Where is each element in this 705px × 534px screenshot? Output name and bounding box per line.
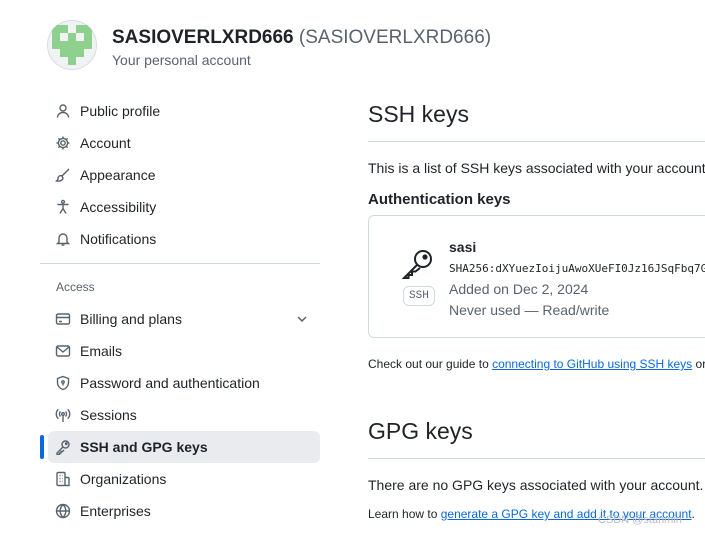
mail-icon <box>55 343 71 359</box>
credit-card-icon <box>55 311 71 327</box>
sidebar-item-billing[interactable]: Billing and plans <box>48 303 320 335</box>
gpg-learn-suffix: . <box>691 507 695 521</box>
ssh-badge: SSH <box>403 286 435 306</box>
organization-icon <box>55 471 71 487</box>
active-indicator <box>40 435 44 459</box>
key-added-date: Added on Dec 2, 2024 <box>449 281 589 297</box>
sidebar-item-appearance[interactable]: Appearance <box>48 159 320 191</box>
sidebar-item-label: Accessibility <box>80 199 157 215</box>
sidebar-item-password-auth[interactable]: Password and authentication <box>48 367 320 399</box>
key-fingerprint: SHA256:dXYuezIoijuAwoXUeFI0Jz16JSqFbq7G <box>449 262 705 275</box>
gpg-title-rule <box>368 458 705 459</box>
sidebar-item-public-profile[interactable]: Public profile <box>48 95 320 127</box>
ssh-description: This is a list of SSH keys associated wi… <box>368 160 705 176</box>
sidebar-item-notifications[interactable]: Notifications <box>48 223 320 255</box>
ssh-guide-suffix: or <box>692 357 705 371</box>
sidebar-item-label: Sessions <box>80 407 137 423</box>
sidebar-item-emails[interactable]: Emails <box>48 335 320 367</box>
sidebar-item-label: Public profile <box>80 103 161 119</box>
ssh-guide-link[interactable]: connecting to GitHub using SSH keys <box>492 357 692 371</box>
globe-icon <box>55 503 71 519</box>
account-subtitle: Your personal account <box>112 52 251 68</box>
sidebar-item-label: Enterprises <box>80 503 151 519</box>
gpg-keys-title: GPG keys <box>368 418 473 444</box>
key-usage: Never used — Read/write <box>449 302 610 318</box>
gpg-empty-text: There are no GPG keys associated with yo… <box>368 477 704 493</box>
ssh-key-card: SSH sasi SHA256:dXYuezIoijuAwoXUeFI0Jz16… <box>368 215 705 338</box>
sidebar-item-sessions[interactable]: Sessions <box>48 399 320 431</box>
person-icon <box>55 103 71 119</box>
bell-icon <box>55 231 71 247</box>
paintbrush-icon <box>55 167 71 183</box>
ssh-title-rule <box>368 141 705 142</box>
account-login: (SASIOVERLXRD666) <box>298 27 492 48</box>
sidebar-section-access: Access <box>56 280 95 294</box>
sidebar-item-ssh-gpg-keys[interactable]: SSH and GPG keys <box>48 431 320 463</box>
key-title: sasi <box>449 239 477 255</box>
shield-lock-icon <box>55 375 71 391</box>
chevron-down-icon[interactable] <box>294 311 310 327</box>
authentication-keys-title: Authentication keys <box>368 191 511 208</box>
sidebar-item-label: Emails <box>80 343 123 359</box>
sidebar-divider <box>40 263 320 264</box>
sidebar-item-account[interactable]: Account <box>48 127 320 159</box>
sidebar-item-label: SSH and GPG keys <box>80 439 208 455</box>
sidebar-item-enterprises[interactable]: Enterprises <box>48 495 320 527</box>
accessibility-icon <box>55 199 71 215</box>
ssh-description-text: This is a list of SSH keys associated wi… <box>368 160 705 176</box>
key-icon <box>401 248 435 280</box>
sidebar-item-accessibility[interactable]: Accessibility <box>48 191 320 223</box>
sidebar-item-organizations[interactable]: Organizations <box>48 463 320 495</box>
watermark: CSDN @stanmin <box>598 514 682 526</box>
ssh-guide-prefix: Check out our guide to <box>368 357 493 371</box>
account-name[interactable]: SASIOVERLXRD666 (SASIOVERLXRD666) <box>112 27 491 49</box>
sidebar-item-label: Organizations <box>80 471 167 487</box>
account-display-name: SASIOVERLXRD666 <box>112 27 294 48</box>
sidebar-item-label: Password and authentication <box>80 375 260 391</box>
sidebar-item-label: Account <box>80 135 131 151</box>
ssh-keys-title: SSH keys <box>368 101 469 127</box>
avatar <box>47 20 97 70</box>
gpg-learn-prefix: Learn how to <box>368 507 441 521</box>
sidebar-item-label: Billing and plans <box>80 311 182 327</box>
key-icon <box>55 439 71 455</box>
gear-icon <box>55 135 71 151</box>
sidebar-item-label: Appearance <box>80 167 156 183</box>
sidebar-item-label: Notifications <box>80 231 157 247</box>
ssh-guide-text: Check out our guide to connecting to Git… <box>368 357 705 371</box>
broadcast-icon <box>55 407 71 423</box>
